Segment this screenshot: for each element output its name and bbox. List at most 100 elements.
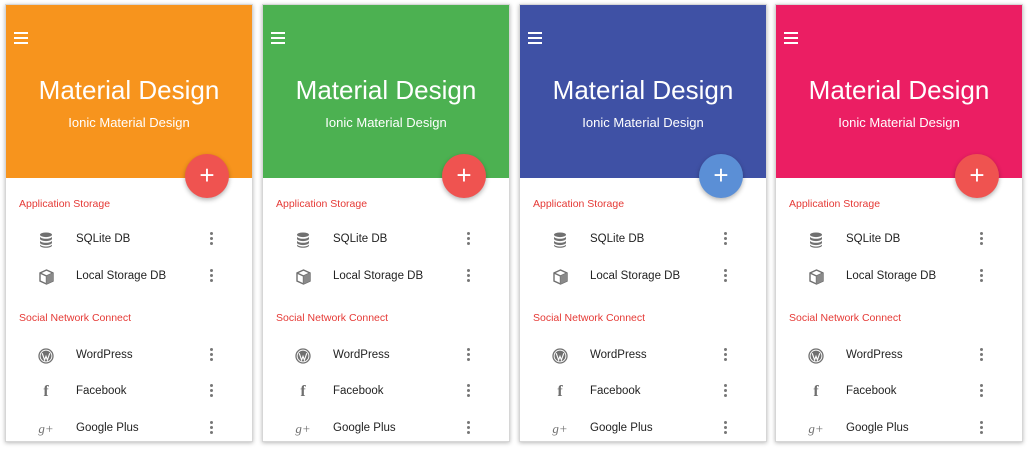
- more-vertical-icon[interactable]: [210, 232, 214, 248]
- list-item-local-storage[interactable]: Local Storage DB: [520, 259, 766, 295]
- page-subtitle: Ionic Material Design: [838, 115, 960, 130]
- wordpress-icon: [808, 348, 824, 364]
- list-item-facebook[interactable]: f Facebook: [6, 374, 252, 410]
- page-title: Material Design: [38, 75, 220, 105]
- more-vertical-icon[interactable]: [467, 384, 471, 400]
- menu-icon[interactable]: [528, 32, 542, 44]
- list-item-facebook[interactable]: f Facebook: [776, 374, 1022, 410]
- list-item-label: Google Plus: [590, 422, 653, 434]
- list-item-wordpress[interactable]: WordPress: [776, 338, 1022, 374]
- add-fab-button[interactable]: +: [185, 154, 229, 198]
- more-vertical-icon[interactable]: [210, 384, 214, 400]
- more-vertical-icon[interactable]: [980, 421, 984, 437]
- phone-screen-green: ●●●○○ dtac ≈ 11:43 ➚ Material Design Ion…: [262, 4, 510, 442]
- more-vertical-icon[interactable]: [467, 232, 471, 248]
- list-item-label: Local Storage DB: [846, 270, 937, 282]
- database-icon: [808, 232, 824, 248]
- more-vertical-icon[interactable]: [467, 348, 471, 364]
- facebook-icon: f: [43, 383, 49, 400]
- wordpress-icon: [552, 348, 568, 364]
- list-item-label: Facebook: [590, 385, 641, 397]
- list-item-label: SQLite DB: [846, 233, 901, 245]
- more-vertical-icon[interactable]: [980, 269, 984, 285]
- list-item-google-plus[interactable]: g+ Google Plus: [776, 411, 1022, 441]
- section-title-storage: Application Storage: [19, 198, 111, 210]
- section-title-social: Social Network Connect: [19, 312, 132, 324]
- list-item-wordpress[interactable]: WordPress: [6, 338, 252, 374]
- wordpress-icon: [295, 348, 311, 364]
- list-item-wordpress[interactable]: WordPress: [520, 338, 766, 374]
- list-item-label: WordPress: [590, 349, 647, 361]
- page-subtitle: Ionic Material Design: [325, 115, 447, 130]
- list-item-sqlite[interactable]: SQLite DB: [263, 222, 509, 258]
- list-item-label: Google Plus: [76, 422, 139, 434]
- more-vertical-icon[interactable]: [210, 269, 214, 285]
- menu-icon[interactable]: [271, 32, 285, 44]
- more-vertical-icon[interactable]: [467, 269, 471, 285]
- add-fab-button[interactable]: +: [699, 154, 743, 198]
- list-item-label: Facebook: [333, 385, 384, 397]
- more-vertical-icon[interactable]: [724, 232, 728, 248]
- list-item-label: Local Storage DB: [333, 270, 424, 282]
- cube-icon: [295, 269, 311, 285]
- add-fab-button[interactable]: +: [955, 154, 999, 198]
- google-plus-icon: g+: [295, 421, 311, 436]
- google-plus-icon: g+: [38, 421, 54, 436]
- google-plus-icon: g+: [808, 421, 824, 436]
- google-plus-icon: g+: [552, 421, 568, 436]
- section-title-social: Social Network Connect: [789, 312, 902, 324]
- facebook-icon: f: [300, 383, 306, 400]
- list-item-sqlite[interactable]: SQLite DB: [776, 222, 1022, 258]
- phone-screen-orange: ●●●○○ dtac ≈ 11:29 ➚ Material Design Ion…: [5, 4, 253, 442]
- add-fab-button[interactable]: +: [442, 154, 486, 198]
- list-item-sqlite[interactable]: SQLite DB: [6, 222, 252, 258]
- more-vertical-icon[interactable]: [980, 384, 984, 400]
- menu-icon[interactable]: [784, 32, 798, 44]
- list-item-local-storage[interactable]: Local Storage DB: [263, 259, 509, 295]
- app-header: Material Design Ionic Material Design: [263, 5, 509, 178]
- cube-icon: [808, 269, 824, 285]
- database-icon: [552, 232, 568, 248]
- phone-screen-pink: ●●●○○ dtac ≈ 16:20 ➚ Material Design Ion…: [775, 4, 1023, 442]
- section-title-social: Social Network Connect: [276, 312, 389, 324]
- more-vertical-icon[interactable]: [467, 421, 471, 437]
- more-vertical-icon[interactable]: [724, 269, 728, 285]
- menu-icon[interactable]: [14, 32, 28, 44]
- more-vertical-icon[interactable]: [724, 384, 728, 400]
- list-item-facebook[interactable]: f Facebook: [263, 374, 509, 410]
- app-header: Material Design Ionic Material Design: [6, 5, 252, 178]
- list-item-wordpress[interactable]: WordPress: [263, 338, 509, 374]
- list-item-google-plus[interactable]: g+ Google Plus: [520, 411, 766, 441]
- list-item-facebook[interactable]: f Facebook: [520, 374, 766, 410]
- more-vertical-icon[interactable]: [724, 421, 728, 437]
- list-item-label: WordPress: [333, 349, 390, 361]
- list-item-google-plus[interactable]: g+ Google Plus: [263, 411, 509, 441]
- list-item-label: Facebook: [846, 385, 897, 397]
- page-subtitle: Ionic Material Design: [68, 115, 190, 130]
- more-vertical-icon[interactable]: [724, 348, 728, 364]
- more-vertical-icon[interactable]: [210, 348, 214, 364]
- list-item-label: Local Storage DB: [76, 270, 167, 282]
- database-icon: [38, 232, 54, 248]
- more-vertical-icon[interactable]: [210, 421, 214, 437]
- facebook-icon: f: [813, 383, 819, 400]
- page-title: Material Design: [808, 75, 990, 105]
- list-item-google-plus[interactable]: g+ Google Plus: [6, 411, 252, 441]
- more-vertical-icon[interactable]: [980, 348, 984, 364]
- list-item-label: Local Storage DB: [590, 270, 681, 282]
- list-item-label: SQLite DB: [590, 233, 645, 245]
- app-header: Material Design Ionic Material Design: [776, 5, 1022, 178]
- app-header: Material Design Ionic Material Design: [520, 5, 766, 178]
- list-item-label: SQLite DB: [76, 233, 131, 245]
- more-vertical-icon[interactable]: [980, 232, 984, 248]
- list-item-label: Google Plus: [333, 422, 396, 434]
- list-item-local-storage[interactable]: Local Storage DB: [776, 259, 1022, 295]
- list-item-label: Google Plus: [846, 422, 909, 434]
- page-subtitle: Ionic Material Design: [582, 115, 704, 130]
- database-icon: [295, 232, 311, 248]
- list-item-label: SQLite DB: [333, 233, 388, 245]
- list-item-sqlite[interactable]: SQLite DB: [520, 222, 766, 258]
- list-item-local-storage[interactable]: Local Storage DB: [6, 259, 252, 295]
- phone-screen-indigo: ●●●○○ dtac ≈ 11:36 ➚ Material Design Ion…: [519, 4, 767, 442]
- page-title: Material Design: [552, 75, 734, 105]
